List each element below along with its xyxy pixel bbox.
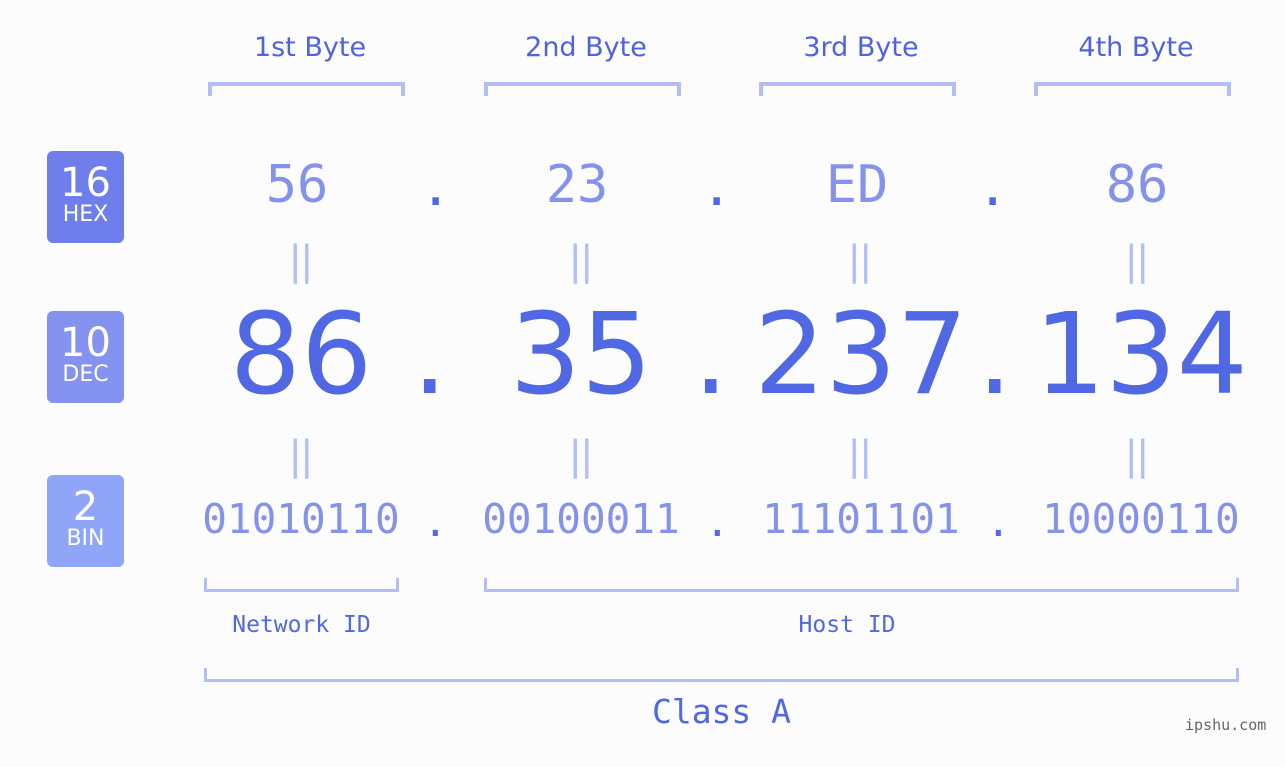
equals-sign: || bbox=[288, 433, 314, 479]
dec-value-1: 86 bbox=[229, 290, 373, 420]
equals-sign: || bbox=[847, 238, 873, 284]
dec-value-3: 237 bbox=[754, 290, 968, 420]
network-id-label: Network ID bbox=[232, 612, 371, 638]
bin-value-2: 00100011 bbox=[482, 495, 680, 543]
hex-label: HEX bbox=[62, 202, 109, 227]
byte-bracket-3 bbox=[759, 82, 956, 96]
hex-separator-1: . bbox=[420, 158, 452, 218]
class-label: Class A bbox=[651, 692, 792, 731]
hex-separator-2: . bbox=[701, 158, 733, 218]
byte-label-1: 1st Byte bbox=[253, 32, 367, 63]
bin-separator-2: . bbox=[705, 498, 730, 546]
dec-value-4: 134 bbox=[1034, 290, 1248, 420]
bin-separator-3: . bbox=[986, 498, 1011, 546]
hex-value-1: 56 bbox=[265, 155, 329, 215]
host-id-bracket bbox=[484, 578, 1239, 592]
equals-sign: || bbox=[1124, 238, 1150, 284]
hex-value-4: 86 bbox=[1105, 155, 1169, 215]
hex-separator-3: . bbox=[977, 158, 1009, 218]
equals-sign: || bbox=[847, 433, 873, 479]
hex-badge: 16 HEX bbox=[47, 151, 124, 243]
network-id-bracket bbox=[204, 578, 399, 592]
bin-label: BIN bbox=[66, 526, 105, 551]
bin-value-3: 11101101 bbox=[762, 495, 960, 543]
dec-base: 10 bbox=[60, 320, 111, 366]
bin-base: 2 bbox=[72, 484, 99, 530]
bin-value-1: 01010110 bbox=[202, 495, 400, 543]
equals-sign: || bbox=[1124, 433, 1150, 479]
equals-sign: || bbox=[288, 238, 314, 284]
dec-separator-3: . bbox=[977, 290, 1013, 420]
byte-bracket-2 bbox=[484, 82, 681, 96]
dec-label: DEC bbox=[62, 362, 109, 387]
byte-label-2: 2nd Byte bbox=[525, 32, 647, 63]
hex-base: 16 bbox=[60, 160, 111, 206]
watermark: ipshu.com bbox=[1185, 716, 1267, 734]
hex-value-2: 23 bbox=[545, 155, 609, 215]
byte-bracket-4 bbox=[1034, 82, 1231, 96]
bin-separator-1: . bbox=[423, 498, 448, 546]
class-bracket bbox=[204, 668, 1239, 682]
byte-label-4: 4th Byte bbox=[1078, 32, 1194, 63]
dec-separator-2: . bbox=[693, 290, 729, 420]
dec-badge: 10 DEC bbox=[47, 311, 124, 403]
equals-sign: || bbox=[568, 433, 594, 479]
hex-value-3: ED bbox=[825, 155, 889, 215]
dec-separator-1: . bbox=[412, 290, 448, 420]
equals-sign: || bbox=[568, 238, 594, 284]
dec-value-2: 35 bbox=[509, 290, 653, 420]
bin-badge: 2 BIN bbox=[47, 475, 124, 567]
host-id-label: Host ID bbox=[798, 612, 896, 638]
byte-bracket-1 bbox=[208, 82, 405, 96]
byte-label-3: 3rd Byte bbox=[803, 32, 919, 63]
bin-value-4: 10000110 bbox=[1042, 495, 1240, 543]
